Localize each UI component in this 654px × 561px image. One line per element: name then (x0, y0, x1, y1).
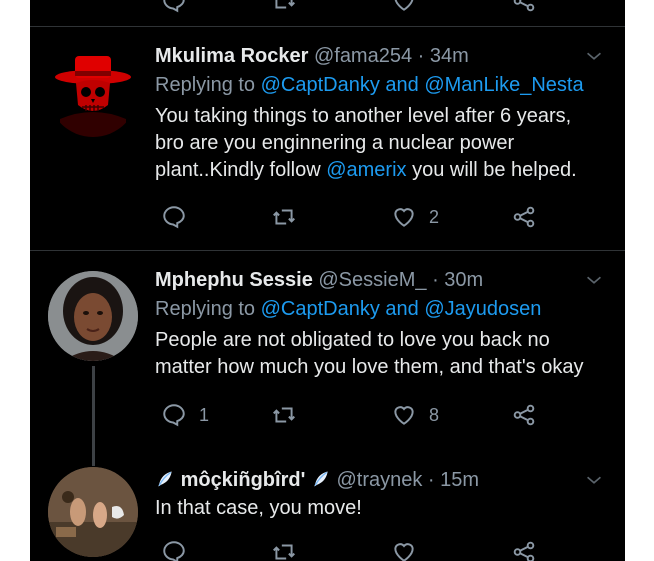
tweet-mockingbird[interactable]: môçkiñgbîrd' @traynek · 15m In that case… (30, 455, 625, 561)
share-icon (513, 541, 535, 561)
share-button[interactable] (511, 0, 537, 16)
separator: · (417, 45, 425, 67)
tweet-actions: 2 (155, 202, 555, 232)
replying-to-label: Replying to (155, 298, 261, 320)
feather-icon (158, 471, 172, 487)
tweet-actions (155, 537, 555, 561)
display-name[interactable]: Mphephu Sessie (155, 269, 313, 291)
reply-button[interactable] (161, 537, 187, 561)
retweet-button[interactable] (271, 400, 297, 430)
separator: · (432, 269, 439, 291)
replying-to-mentions[interactable]: @CaptDanky and @Jayudosen (261, 298, 542, 320)
avatar[interactable] (48, 467, 138, 557)
timestamp[interactable]: 30m (444, 269, 483, 291)
retweet-button[interactable] (271, 202, 297, 232)
profile-photo-avatar-image (48, 271, 138, 361)
share-button[interactable] (511, 537, 537, 561)
retweet-button[interactable] (271, 537, 297, 561)
handle[interactable]: @fama254 (314, 45, 412, 67)
reply-icon (163, 404, 185, 427)
separator: · (427, 469, 435, 491)
painting-avatar-image (48, 467, 138, 557)
timestamp[interactable]: 34m (430, 45, 469, 67)
chevron-down-icon[interactable] (583, 45, 605, 67)
handle[interactable]: @SessieM_ (318, 269, 426, 291)
retweet-icon (274, 0, 295, 9)
timestamp[interactable]: 15m (440, 469, 479, 491)
reply-icon (163, 541, 185, 561)
like-icon (394, 0, 414, 11)
reply-button[interactable]: 1 (161, 400, 209, 430)
replying-to-mentions[interactable]: @CaptDanky and @ManLike_Nesta (261, 74, 584, 96)
tweet-mkulima-rocker[interactable]: Mkulima Rocker @fama254 · 34m Replying t… (30, 27, 625, 250)
tweet-header: môçkiñgbîrd' @traynek · 15m (155, 467, 605, 493)
retweet-icon (273, 407, 295, 423)
reply-count: 1 (199, 404, 210, 425)
avatar[interactable] (48, 271, 138, 361)
tweet-header: Mkulima Rocker @fama254 · 34m (155, 43, 605, 69)
like-button[interactable]: 2 (391, 202, 439, 232)
replying-to: Replying to @CaptDanky and @ManLike_Nest… (155, 72, 605, 99)
like-icon (394, 406, 414, 425)
timeline: Mkulima Rocker @fama254 · 34m Replying t… (30, 0, 625, 561)
reply-button[interactable] (161, 0, 187, 16)
tweet-text: In that case, you move! (155, 497, 362, 519)
like-icon (394, 543, 414, 561)
retweet-icon (273, 544, 295, 560)
display-name[interactable]: môçkiñgbîrd' (181, 469, 306, 491)
red-skull-hat-avatar-image (48, 47, 138, 137)
like-count: 8 (429, 404, 440, 425)
mention-link[interactable]: @amerix (326, 159, 406, 181)
handle[interactable]: @traynek (336, 469, 422, 491)
reply-icon (163, 0, 185, 13)
reply-icon (163, 206, 185, 229)
chevron-down-icon[interactable] (583, 469, 605, 491)
feather-icon (314, 471, 328, 487)
share-button[interactable] (511, 400, 537, 430)
like-button[interactable] (391, 0, 417, 16)
previous-tweet-actions (155, 0, 555, 16)
display-name[interactable]: Mkulima Rocker (155, 45, 308, 67)
chevron-down-icon[interactable] (583, 269, 605, 291)
reply-button[interactable] (161, 202, 199, 232)
replying-to: Replying to @CaptDanky and @Jayudosen (155, 296, 605, 323)
avatar[interactable] (48, 47, 138, 137)
share-button[interactable] (511, 202, 537, 232)
tweet-text: People are not obligated to love you bac… (155, 329, 584, 378)
tweet-actions: 1 8 (155, 400, 555, 430)
retweet-icon (273, 209, 295, 225)
tweet-header: Mphephu Sessie @SessieM_ · 30m (155, 267, 605, 293)
like-icon (394, 208, 414, 227)
retweet-button[interactable] (271, 0, 297, 16)
tweet-text: You taking things to another level after… (155, 103, 605, 184)
share-icon (513, 206, 535, 228)
replying-to-label: Replying to (155, 74, 261, 96)
like-button[interactable]: 8 (391, 400, 439, 430)
thread-line (92, 366, 95, 466)
like-button[interactable] (391, 537, 417, 561)
share-icon (513, 404, 535, 426)
tweet-text-part: you will be helped. (406, 159, 577, 181)
like-count: 2 (429, 206, 440, 227)
share-icon (513, 0, 535, 12)
